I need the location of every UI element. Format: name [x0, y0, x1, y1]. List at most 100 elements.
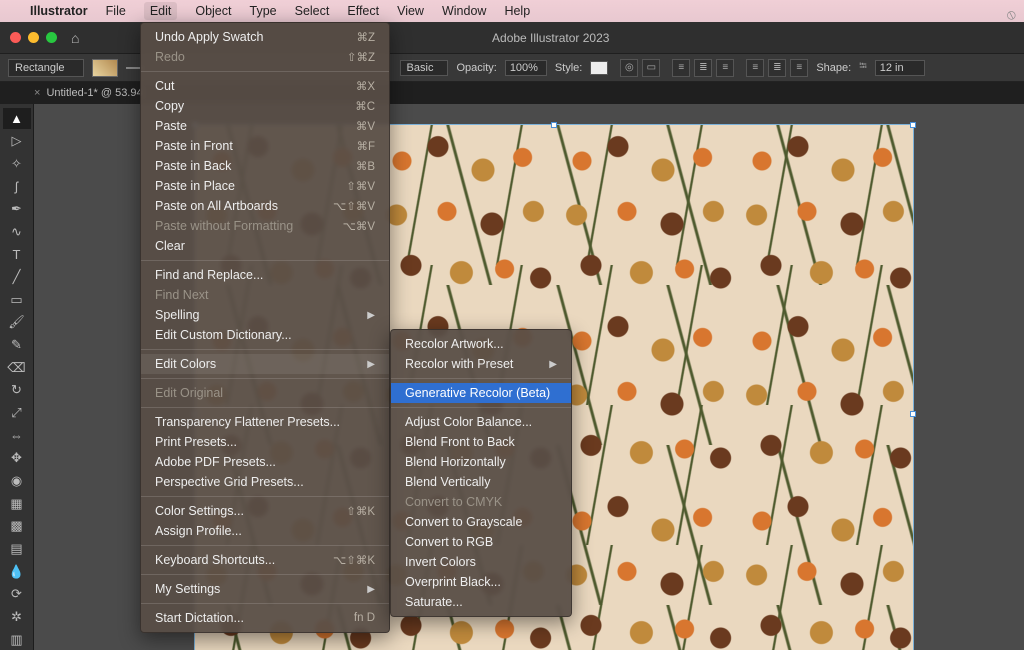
menuitem-recolor-with-preset[interactable]: Recolor with Preset▶ — [391, 354, 571, 374]
window-maximize-button[interactable] — [46, 32, 57, 43]
selection-handle[interactable] — [910, 122, 916, 128]
align-bottom-icon[interactable]: ≡ — [790, 59, 808, 77]
document-tab[interactable]: Untitled-1* @ 53.94 — [46, 87, 142, 99]
menuitem-start-dictation[interactable]: Start Dictation...fn D — [141, 608, 389, 628]
menuitem-blend-horizontally[interactable]: Blend Horizontally — [391, 452, 571, 472]
eraser-tool[interactable]: ⌫ — [3, 357, 31, 378]
menuitem-spelling[interactable]: Spelling▶ — [141, 305, 389, 325]
rectangle-tool[interactable]: ▭ — [3, 289, 31, 310]
menuitem-adjust-color-balance[interactable]: Adjust Color Balance... — [391, 412, 571, 432]
menuitem-edit-colors[interactable]: Edit Colors▶ — [141, 354, 389, 374]
shaper-tool[interactable]: ✎ — [3, 335, 31, 356]
menuitem-blend-vertically[interactable]: Blend Vertically — [391, 472, 571, 492]
menu-view[interactable]: View — [397, 4, 424, 18]
menuitem-overprint-black[interactable]: Overprint Black... — [391, 572, 571, 592]
menu-select[interactable]: Select — [295, 4, 330, 18]
menuitem-blend-front-to-back[interactable]: Blend Front to Back — [391, 432, 571, 452]
edit-menu-dropdown: Undo Apply Swatch⌘ZRedo⇧⌘ZCut⌘XCopy⌘CPas… — [140, 22, 390, 633]
menuitem-adobe-pdf-presets[interactable]: Adobe PDF Presets... — [141, 452, 389, 472]
tab-close-icon[interactable]: × — [34, 87, 40, 99]
menuitem-invert-colors[interactable]: Invert Colors — [391, 552, 571, 572]
gradient-tool[interactable]: ▤ — [3, 539, 31, 560]
menuitem-cut[interactable]: Cut⌘X — [141, 76, 389, 96]
menu-type[interactable]: Type — [250, 4, 277, 18]
curvature-tool[interactable]: ∿ — [3, 221, 31, 242]
menu-edit[interactable]: Edit — [144, 2, 178, 20]
align-left-icon[interactable]: ≡ — [672, 59, 690, 77]
menu-separator — [391, 378, 571, 379]
menuitem-copy[interactable]: Copy⌘C — [141, 96, 389, 116]
menuitem-print-presets[interactable]: Print Presets... — [141, 432, 389, 452]
rotate-tool[interactable]: ↻ — [3, 380, 31, 401]
direct-selection-tool[interactable]: ▷ — [3, 131, 31, 152]
width-field[interactable]: 12 in — [875, 60, 925, 76]
menuitem-edit-custom-dictionary[interactable]: Edit Custom Dictionary... — [141, 325, 389, 345]
line-tool[interactable]: ╱ — [3, 267, 31, 288]
selection-type-dropdown[interactable]: Rectangle — [8, 59, 84, 77]
menu-object[interactable]: Object — [195, 4, 231, 18]
menuitem-paste-in-back[interactable]: Paste in Back⌘B — [141, 156, 389, 176]
menu-effect[interactable]: Effect — [347, 4, 379, 18]
blend-tool[interactable]: ⟳ — [3, 584, 31, 605]
menu-window[interactable]: Window — [442, 4, 486, 18]
menuitem-assign-profile[interactable]: Assign Profile... — [141, 521, 389, 541]
menuitem-paste[interactable]: Paste⌘V — [141, 116, 389, 136]
menuitem-recolor-artwork[interactable]: Recolor Artwork... — [391, 334, 571, 354]
menuitem-redo: Redo⇧⌘Z — [141, 47, 389, 67]
symbol-sprayer-tool[interactable]: ✲ — [3, 607, 31, 628]
selection-tool[interactable]: ▲ — [3, 108, 31, 129]
selection-handle[interactable] — [551, 122, 557, 128]
menu-separator — [141, 545, 389, 546]
menuitem-my-settings[interactable]: My Settings▶ — [141, 579, 389, 599]
perspective-tool[interactable]: ▦ — [3, 493, 31, 514]
edit-colors-submenu: Recolor Artwork...Recolor with Preset▶ Ge… — [390, 329, 572, 617]
paintbrush-tool[interactable]: 🖌 — [3, 312, 31, 333]
align-hcenter-icon[interactable]: ≣ — [694, 59, 712, 77]
align-doc-icon[interactable]: ▭ — [642, 59, 660, 77]
align-top-icon[interactable]: ≡ — [746, 59, 764, 77]
menuitem-keyboard-shortcuts[interactable]: Keyboard Shortcuts...⌥⇧⌘K — [141, 550, 389, 570]
lasso-tool[interactable]: ʃ — [3, 176, 31, 197]
mesh-tool[interactable]: ▩ — [3, 516, 31, 537]
menu-help[interactable]: Help — [504, 4, 530, 18]
menuitem-undo-apply-swatch[interactable]: Undo Apply Swatch⌘Z — [141, 27, 389, 47]
app-name[interactable]: Illustrator — [30, 4, 88, 18]
menuitem-find-and-replace[interactable]: Find and Replace... — [141, 265, 389, 285]
window-minimize-button[interactable] — [28, 32, 39, 43]
menuitem-paste-on-all-artboards[interactable]: Paste on All Artboards⌥⇧⌘V — [141, 196, 389, 216]
shape-builder-tool[interactable]: ◉ — [3, 471, 31, 492]
type-tool[interactable]: T — [3, 244, 31, 265]
menuitem-perspective-grid-presets[interactable]: Perspective Grid Presets... — [141, 472, 389, 492]
menuitem-convert-to-grayscale[interactable]: Convert to Grayscale — [391, 512, 571, 532]
fill-swatch[interactable] — [92, 59, 118, 77]
column-graph-tool[interactable]: ▥ — [3, 629, 31, 650]
recolor-icon[interactable]: ◎ — [620, 59, 638, 77]
link-wh-icon[interactable]: ⭾ — [859, 59, 867, 76]
align-right-icon[interactable]: ≡ — [716, 59, 734, 77]
menuitem-convert-to-rgb[interactable]: Convert to RGB — [391, 532, 571, 552]
menuitem-clear[interactable]: Clear — [141, 236, 389, 256]
window-close-button[interactable] — [10, 32, 21, 43]
menuitem-paste-in-front[interactable]: Paste in Front⌘F — [141, 136, 389, 156]
free-transform-tool[interactable]: ✥ — [3, 448, 31, 469]
scale-tool[interactable]: ⤢ — [3, 403, 31, 424]
magic-wand-tool[interactable]: ✧ — [3, 153, 31, 174]
menuitem-saturate[interactable]: Saturate... — [391, 592, 571, 612]
menuitem-transparency-flattener-presets[interactable]: Transparency Flattener Presets... — [141, 412, 389, 432]
width-tool[interactable]: ⇔ — [3, 425, 31, 446]
menu-file[interactable]: File — [106, 4, 126, 18]
menuitem-paste-without-formatting: Paste without Formatting⌥⌘V — [141, 216, 389, 236]
opacity-field[interactable]: 100% — [505, 60, 547, 76]
align-vcenter-icon[interactable]: ≣ — [768, 59, 786, 77]
menuitem-color-settings[interactable]: Color Settings...⇧⌘K — [141, 501, 389, 521]
home-icon[interactable]: ⌂ — [71, 30, 79, 46]
menuitem-convert-to-cmyk: Convert to CMYK — [391, 492, 571, 512]
graphic-style-swatch[interactable] — [590, 61, 608, 75]
eyedropper-tool[interactable]: 💧 — [3, 561, 31, 582]
selection-handle[interactable] — [910, 411, 916, 417]
brush-definition-dropdown[interactable]: Basic — [400, 60, 449, 76]
menuitem-find-next: Find Next — [141, 285, 389, 305]
menuitem-paste-in-place[interactable]: Paste in Place⇧⌘V — [141, 176, 389, 196]
pen-tool[interactable]: ✒ — [3, 199, 31, 220]
menuitem-generative-recolor-beta[interactable]: Generative Recolor (Beta) — [391, 383, 571, 403]
